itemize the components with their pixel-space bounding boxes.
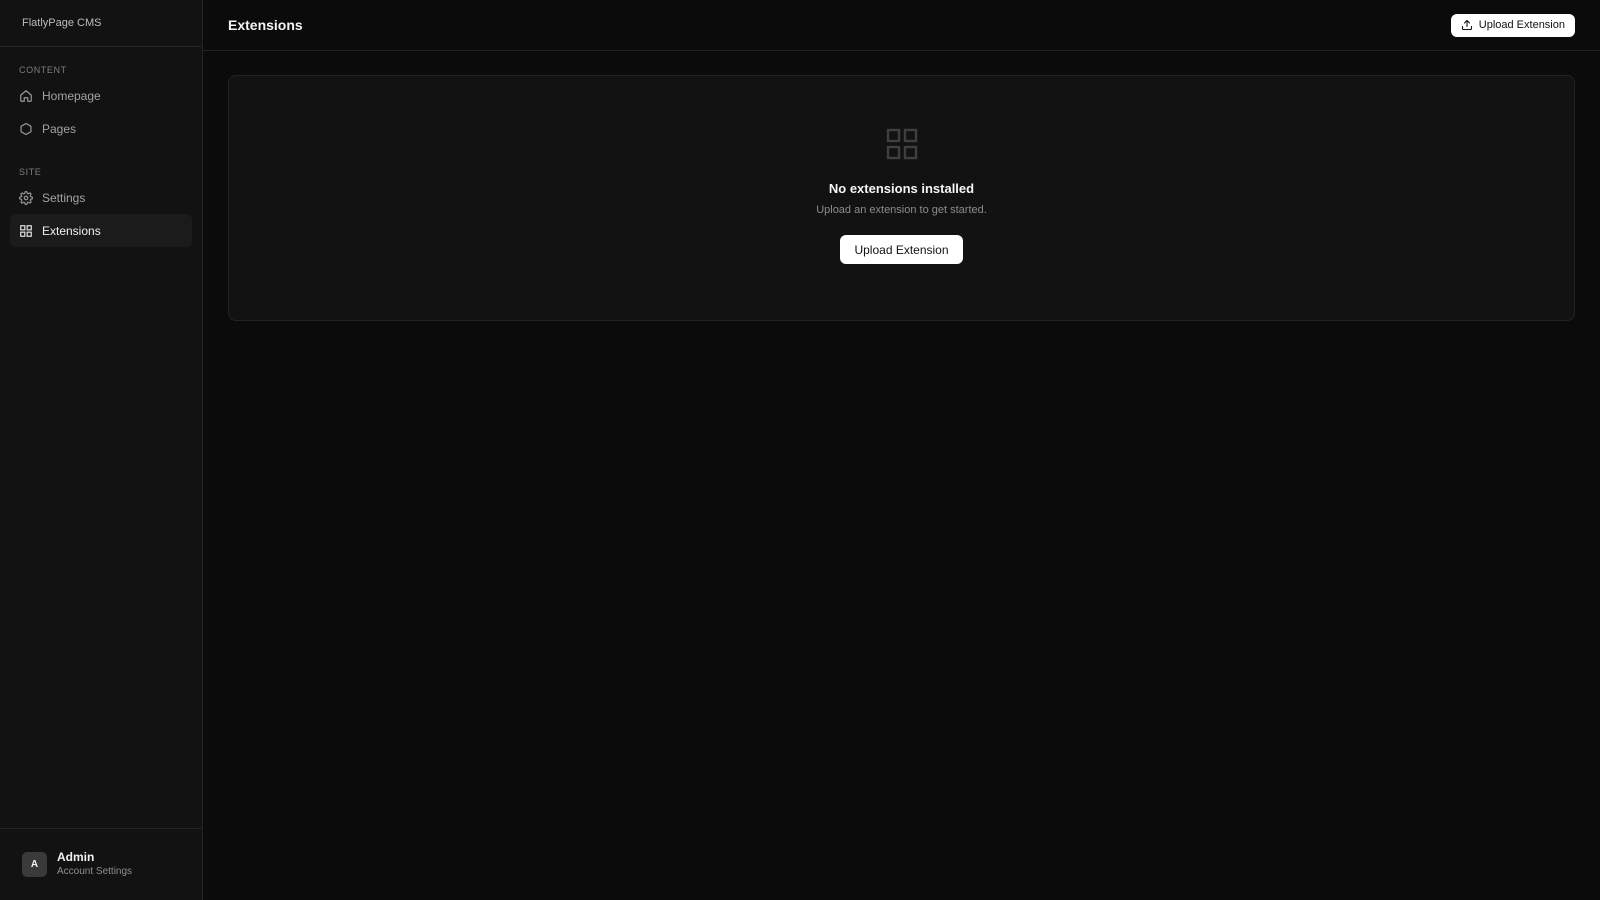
account-settings-link[interactable]: Account Settings [57,865,132,879]
empty-state-card: No extensions installed Upload an extens… [228,75,1575,321]
grid-icon [886,128,918,160]
empty-state-subtitle: Upload an extension to get started. [816,204,987,216]
sidebar-nav: CONTENT Homepage Pages SITE Settings Ext… [0,47,202,828]
section-label-content: CONTENT [19,65,67,75]
sidebar-item-homepage[interactable]: Homepage [10,79,192,112]
sidebar: FlatlyPage CMS CONTENT Homepage Pages SI… [0,0,203,900]
app-root: FlatlyPage CMS CONTENT Homepage Pages SI… [0,0,1600,900]
hexagon-icon [19,122,33,136]
page-title: Extensions [228,17,303,33]
sidebar-item-extensions[interactable]: Extensions [10,214,192,247]
grid-icon [19,224,33,238]
user-info: Admin Account Settings [57,850,132,879]
sidebar-item-label: Homepage [42,88,101,103]
user-name: Admin [57,850,95,864]
sidebar-item-pages[interactable]: Pages [10,112,192,145]
section-label-site: SITE [19,167,42,177]
content: No extensions installed Upload an extens… [203,51,1600,345]
avatar: A [22,852,47,877]
account-menu[interactable]: A Admin Account Settings [0,828,202,900]
sidebar-item-settings[interactable]: Settings [10,181,192,214]
empty-state-title: No extensions installed [828,181,975,196]
sidebar-item-label: Pages [42,121,77,136]
main-area: Extensions Upload Extension No extension… [203,0,1600,900]
upload-extension-label: Upload Extension [1478,19,1565,31]
sidebar-item-label: Extensions [42,223,101,238]
topbar: Extensions Upload Extension [203,0,1600,51]
upload-extension-button[interactable]: Upload Extension [1450,13,1575,37]
upload-extension-cta-button[interactable]: Upload Extension [840,235,963,264]
home-icon [19,89,33,103]
brand-name: FlatlyPage CMS [0,0,202,47]
sidebar-item-label: Settings [42,190,86,205]
upload-icon [1461,19,1473,31]
gear-icon [19,190,33,205]
